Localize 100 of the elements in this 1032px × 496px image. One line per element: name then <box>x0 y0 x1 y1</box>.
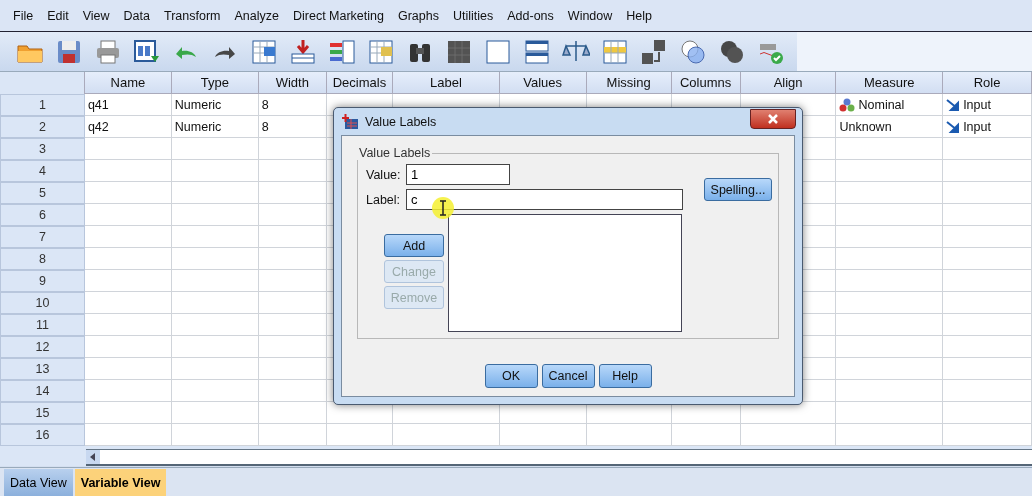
table-cell[interactable]: 8 <box>258 94 327 116</box>
table-cell[interactable]: Nominal <box>836 94 944 116</box>
table-cell[interactable] <box>84 226 172 248</box>
table-cell[interactable] <box>836 226 944 248</box>
table-cell[interactable] <box>171 226 259 248</box>
menu-item[interactable]: File <box>6 8 41 23</box>
table-cell[interactable] <box>84 380 172 402</box>
spelling-button[interactable]: Spelling... <box>704 178 772 201</box>
table-cell[interactable] <box>258 358 327 380</box>
menu-item[interactable]: Edit <box>40 8 76 23</box>
row-header[interactable]: 11 <box>0 314 85 336</box>
table-cell[interactable] <box>836 248 944 270</box>
column-header[interactable]: Decimals <box>326 72 394 94</box>
table-cell[interactable]: Unknown <box>836 116 944 138</box>
row-header[interactable]: 5 <box>0 182 85 204</box>
table-cell[interactable] <box>943 402 1032 424</box>
row-header[interactable]: 16 <box>0 424 85 446</box>
table-cell[interactable] <box>258 270 327 292</box>
table-cell[interactable] <box>258 402 327 424</box>
row-header[interactable]: 7 <box>0 226 85 248</box>
menu-item[interactable]: Help <box>619 8 659 23</box>
table-cell[interactable] <box>171 336 259 358</box>
toolbar-icon[interactable] <box>679 37 707 66</box>
table-cell[interactable] <box>84 138 172 160</box>
menu-item[interactable]: View <box>75 8 117 23</box>
table-cell[interactable] <box>258 226 327 248</box>
table-cell[interactable] <box>943 226 1032 248</box>
column-header[interactable]: Missing <box>586 72 672 94</box>
menu-item[interactable]: Analyze <box>227 8 286 23</box>
dialog-button[interactable]: Help <box>598 364 652 388</box>
column-header[interactable]: Type <box>171 72 259 94</box>
table-cell[interactable] <box>836 358 944 380</box>
table-cell[interactable]: Numeric <box>171 94 259 116</box>
table-cell[interactable] <box>943 248 1032 270</box>
dialog-button[interactable]: Cancel <box>541 364 595 388</box>
table-cell[interactable] <box>836 138 944 160</box>
row-header[interactable]: 1 <box>0 94 85 116</box>
table-cell[interactable] <box>258 138 327 160</box>
menu-item[interactable]: Direct Marketing <box>285 8 391 23</box>
table-cell[interactable] <box>84 270 172 292</box>
input-field[interactable]: 1 <box>406 164 510 185</box>
corner-header[interactable] <box>0 72 85 94</box>
table-cell[interactable] <box>836 160 944 182</box>
scroll-left-icon[interactable] <box>86 450 100 464</box>
table-cell[interactable] <box>84 314 172 336</box>
toolbar-icon[interactable] <box>289 37 317 66</box>
table-cell[interactable] <box>836 380 944 402</box>
table-cell[interactable] <box>943 160 1032 182</box>
table-cell[interactable] <box>84 160 172 182</box>
table-cell[interactable] <box>84 402 172 424</box>
table-cell[interactable] <box>836 270 944 292</box>
table-cell[interactable]: q42 <box>84 116 172 138</box>
row-header[interactable]: 2 <box>0 116 85 138</box>
dialog-button[interactable]: OK <box>484 364 538 388</box>
toolbar-icon[interactable] <box>328 37 356 66</box>
table-cell[interactable] <box>258 314 327 336</box>
table-cell[interactable] <box>258 336 327 358</box>
menu-item[interactable]: Graphs <box>390 8 446 23</box>
table-cell[interactable] <box>943 314 1032 336</box>
table-cell[interactable] <box>836 292 944 314</box>
table-cell[interactable]: Input <box>943 116 1032 138</box>
table-cell[interactable] <box>84 182 172 204</box>
column-header[interactable]: Width <box>258 72 327 94</box>
table-cell[interactable] <box>171 358 259 380</box>
row-header[interactable]: 3 <box>0 138 85 160</box>
input-field[interactable]: c <box>406 189 683 210</box>
table-cell[interactable] <box>943 204 1032 226</box>
table-cell[interactable] <box>171 270 259 292</box>
table-cell[interactable] <box>836 336 944 358</box>
row-header[interactable]: 15 <box>0 402 85 424</box>
view-tab[interactable]: Data View <box>4 469 73 496</box>
row-header[interactable]: 8 <box>0 248 85 270</box>
horizontal-scrollbar[interactable] <box>86 449 1032 466</box>
row-header[interactable]: 14 <box>0 380 85 402</box>
table-cell[interactable] <box>84 292 172 314</box>
list-action-button[interactable]: Add <box>384 234 444 257</box>
table-cell[interactable] <box>171 204 259 226</box>
menu-item[interactable]: Window <box>560 8 620 23</box>
table-cell[interactable] <box>836 204 944 226</box>
table-cell[interactable] <box>171 314 259 336</box>
row-header[interactable]: 13 <box>0 358 85 380</box>
table-cell[interactable]: Numeric <box>171 116 259 138</box>
close-button[interactable] <box>750 108 796 129</box>
table-cell[interactable] <box>258 292 327 314</box>
table-cell[interactable] <box>836 402 944 424</box>
toolbar-icon[interactable] <box>523 37 551 66</box>
table-cell[interactable]: Input <box>943 94 1032 116</box>
labels-list[interactable] <box>448 214 682 332</box>
table-cell[interactable] <box>258 204 327 226</box>
table-cell[interactable] <box>943 292 1032 314</box>
column-header[interactable]: Name <box>84 72 172 94</box>
menu-item[interactable]: Add-ons <box>500 8 561 23</box>
table-cell[interactable] <box>171 380 259 402</box>
table-cell[interactable] <box>943 380 1032 402</box>
table-cell[interactable] <box>84 336 172 358</box>
column-header[interactable]: Role <box>943 72 1032 94</box>
table-cell[interactable] <box>171 402 259 424</box>
row-header[interactable]: 10 <box>0 292 85 314</box>
table-cell[interactable]: q41 <box>84 94 172 116</box>
column-header[interactable]: Columns <box>671 72 741 94</box>
